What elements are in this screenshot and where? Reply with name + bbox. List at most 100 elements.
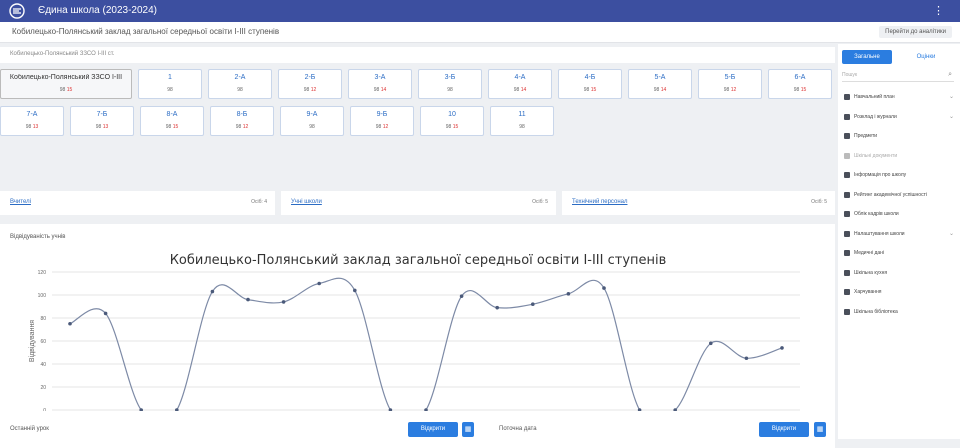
class-card[interactable]: 1 98 [138,69,202,99]
class-card[interactable]: 3-Б 98 [418,69,482,99]
sidebar-menu-item[interactable]: Харчування [842,283,956,303]
data-point [495,305,500,310]
class-absent: 15 [452,124,459,130]
sidebar-menu-item[interactable]: Інформація про школу [842,166,956,186]
last-lesson-panel: Останній урок Відкрити ▦ [0,411,482,439]
sidebar-menu-item[interactable]: Шкільна кухня [842,264,956,284]
class-card[interactable]: 10 98 15 [420,106,484,136]
current-date-open-button[interactable]: Відкрити [759,422,809,437]
user-menu-icon[interactable]: ⋮ [933,4,944,17]
class-card[interactable]: 9-А 98 [280,106,344,136]
sidebar-menu-item[interactable]: Медичні дані [842,244,956,264]
class-attendance: 98 [519,124,525,130]
menu-item-label: Облік кадрів школи [854,211,899,217]
class-card[interactable]: 5-А 98 14 [628,69,692,99]
class-card[interactable]: 9-Б 98 12 [350,106,414,136]
class-attendance: 98 [59,87,66,93]
class-stat: 98 15 [141,124,203,130]
calendar-icon[interactable]: ▦ [814,422,826,437]
teachers-panel: Вчителі Осіб: 4 [0,191,275,215]
class-attendance: 98 [95,124,102,130]
class-absent: 12 [730,87,737,93]
y-tick-label: 120 [38,270,47,276]
class-name: 5-А [654,74,666,81]
menu-item-icon [844,133,850,139]
data-point [780,346,784,350]
class-absent: 12 [242,124,249,130]
class-stat: 98 [281,124,343,130]
class-stat: 98 13 [71,124,133,130]
last-lesson-open-button[interactable]: Відкрити [408,422,458,437]
class-name: 8-Б [236,111,248,118]
menu-item-icon [844,289,850,295]
class-name: 10 [448,111,456,118]
menu-item-label: Інформація про школу [854,172,907,178]
class-card[interactable]: Кобилецько-Полянський ЗЗСО І-ІІІ 98 15 [0,69,132,99]
class-card[interactable]: 5-Б 98 12 [698,69,762,99]
sidebar-menu-item[interactable]: Навчальний план ⌄ [842,88,956,108]
class-stat: 98 15 [1,87,131,93]
class-card[interactable]: 8-А 98 15 [140,106,204,136]
chevron-down-icon[interactable]: ⌄ [949,230,954,237]
sidebar-menu-item[interactable]: Шкільні документи [842,147,956,167]
data-point [103,311,108,316]
menu-item-icon [844,269,850,276]
class-attendance: 98 [165,124,172,130]
search-icon[interactable]: ⌕ [948,69,952,81]
school-header: Кобилецько-Полянський заклад загальної с… [0,22,960,43]
current-date-panel: Поточна дата Відкрити ▦ [489,411,835,439]
chevron-down-icon[interactable]: ⌄ [949,113,954,120]
class-card[interactable]: 3-А 98 14 [348,69,412,99]
sidebar-menu-item[interactable]: Розклад і журнали ⌄ [842,108,956,128]
class-attendance: 98 [375,124,382,130]
data-point [281,300,286,304]
menu-item-label: Шкільна бібліотека [854,308,898,315]
class-card[interactable]: 8-Б 98 12 [210,106,274,136]
y-tick-label: 80 [40,316,46,322]
chevron-down-icon[interactable]: ⌄ [949,93,954,100]
students-count: Осіб: 5 [532,199,548,205]
search-placeholder: Пошук [842,72,858,78]
class-name: 5-Б [724,74,736,81]
class-card[interactable]: 7-Б 98 13 [70,106,134,136]
class-card[interactable]: 6-А 98 15 [768,69,832,99]
data-point [744,356,749,361]
sidebar-menu-item[interactable]: Налаштування школи ⌄ [842,225,956,245]
class-stat: 98 [139,87,201,93]
class-attendance: 98 [445,124,452,130]
class-absent: 12 [310,87,317,93]
class-card[interactable]: 4-Б 98 15 [558,69,622,99]
menu-item-icon [844,172,850,178]
data-point [531,302,535,306]
class-card[interactable]: 7-А 98 13 [0,106,64,136]
class-stat: 98 [491,124,553,130]
breadcrumb-text: Кобилецько-Полянський ЗЗСО І-ІІІ ст. [10,51,115,57]
analytics-button[interactable]: Перейти до аналітики [879,26,952,38]
tab-grades[interactable]: Оцінки [898,50,954,64]
menu-item-label: Налаштування школи [854,230,905,237]
sidebar-menu-item[interactable]: Рейтинг академічної успішності [842,186,956,206]
class-card[interactable]: 11 98 [490,106,554,136]
class-card[interactable]: 4-А 98 14 [488,69,552,99]
calendar-icon[interactable]: ▦ [462,422,474,437]
tab-general[interactable]: Загальне [842,50,892,64]
class-card[interactable]: 2-А 98 [208,69,272,99]
data-point [566,292,571,296]
sidebar-menu-item[interactable]: Предмети [842,127,956,147]
y-tick-label: 60 [40,339,46,345]
menu-item-label: Медичні дані [854,250,885,256]
class-stat: 98 12 [279,87,341,93]
class-absent: 13 [32,124,39,130]
class-attendance: 98 [373,87,380,93]
students-link[interactable]: Учні школи [291,199,322,205]
class-attendance: 98 [309,124,315,130]
staff-link[interactable]: Технічний персонал [572,199,627,205]
class-absent: 15 [66,87,73,93]
class-stat: 98 15 [769,87,831,93]
sidebar-menu-item[interactable]: Шкільна бібліотека [842,303,956,323]
sidebar-menu-item[interactable]: Облік кадрів школи [842,205,956,225]
data-point [353,288,357,293]
teachers-link[interactable]: Вчителі [10,199,31,205]
sidebar-search-input[interactable]: Пошук ⌕ [842,69,954,82]
class-card[interactable]: 2-Б 98 12 [278,69,342,99]
